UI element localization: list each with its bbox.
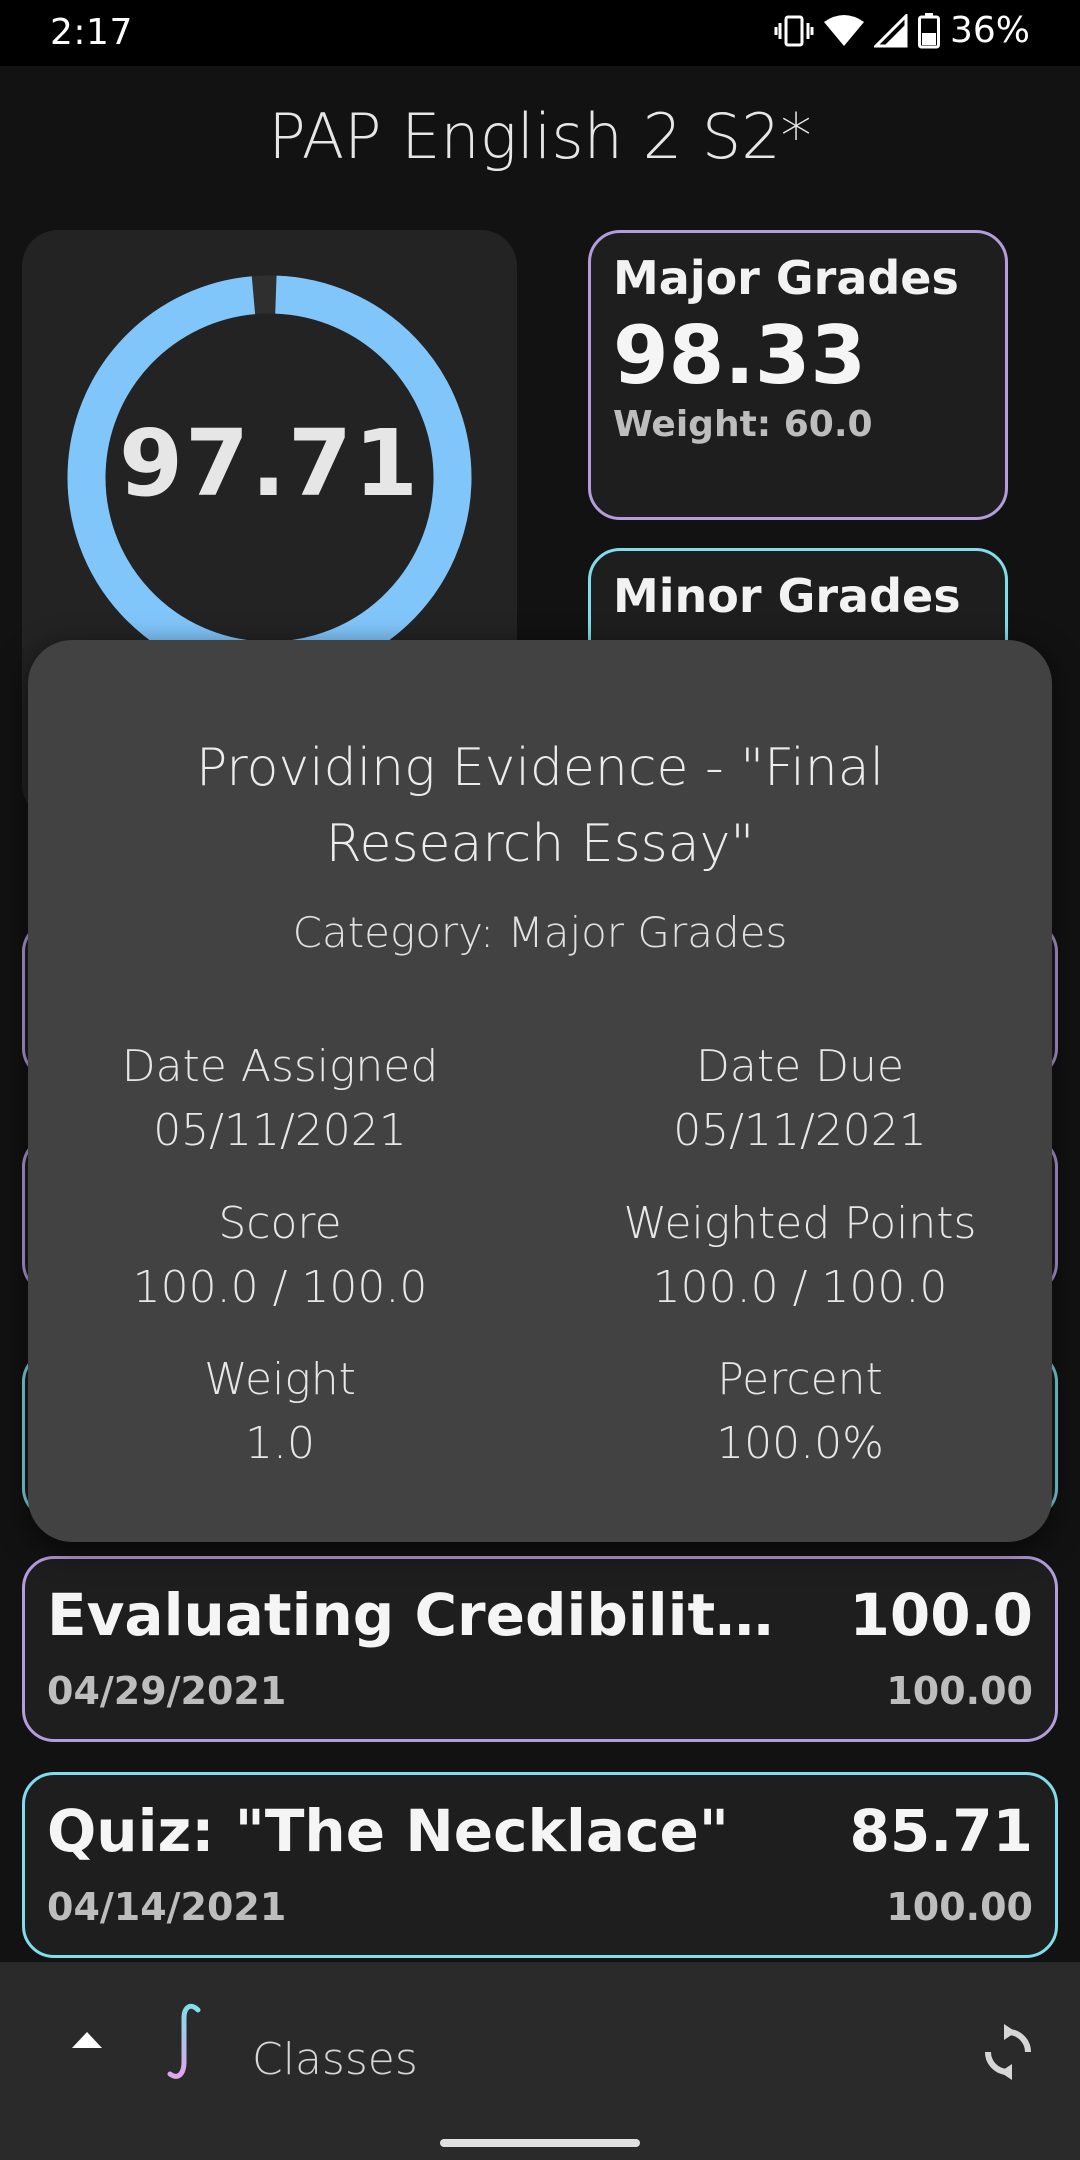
- detail-label: Score: [218, 1198, 342, 1249]
- detail-percent: Percent 100.0%: [560, 1348, 1040, 1476]
- detail-value: 100.0%: [716, 1418, 884, 1469]
- vibrate-icon: [774, 15, 814, 46]
- assignment-total: 100.00: [886, 1669, 1033, 1713]
- detail-label: Percent: [717, 1354, 883, 1405]
- battery-percent: 36%: [949, 10, 1030, 51]
- detail-label: Date Due: [696, 1041, 904, 1092]
- detail-label: Date Assigned: [121, 1041, 439, 1092]
- refresh-icon[interactable]: [980, 2024, 1036, 2080]
- battery-icon: [917, 12, 940, 48]
- assignment-score: 85.71: [849, 1797, 1033, 1865]
- detail-score: Score 100.0 / 100.0: [40, 1192, 520, 1320]
- status-bar: 2:17 36%: [0, 0, 1080, 66]
- detail-label: Weighted Points: [623, 1198, 977, 1249]
- page-title: PAP English 2 S2*: [268, 100, 812, 173]
- home-indicator[interactable]: [440, 2139, 640, 2147]
- assignment-card[interactable]: Quiz: "The Necklace" 04/14/2021 85.71 10…: [22, 1772, 1058, 1958]
- overall-grade-value: 97.71: [118, 410, 420, 517]
- assignment-name: Evaluating Credibility …: [47, 1581, 807, 1649]
- assignment-date: 04/29/2021: [47, 1669, 287, 1713]
- wifi-icon: [823, 14, 864, 46]
- assignment-name: Quiz: "The Necklace": [47, 1797, 730, 1865]
- detail-label: Weight: [204, 1354, 356, 1405]
- assignment-card[interactable]: Evaluating Credibility … 04/29/2021 100.…: [22, 1556, 1058, 1742]
- status-time: 2:17: [50, 12, 133, 53]
- detail-date-assigned: Date Assigned 05/11/2021: [40, 1035, 520, 1163]
- assignment-date: 04/14/2021: [47, 1885, 287, 1929]
- detail-value: 1.0: [245, 1418, 315, 1469]
- category-grade: 98.33: [613, 309, 867, 402]
- bottom-app-bar: Classes: [0, 1962, 1080, 2160]
- detail-weighted-points: Weighted Points 100.0 / 100.0: [560, 1192, 1040, 1320]
- category-weight: Weight: 60.0: [613, 404, 873, 445]
- status-icons: 36%: [774, 10, 1030, 51]
- chevron-up-icon[interactable]: [70, 2030, 104, 2050]
- integral-logo-icon: [167, 2003, 201, 2079]
- assignment-detail-dialog[interactable]: Providing Evidence - "Final Research Ess…: [28, 640, 1052, 1542]
- bottom-bar-label[interactable]: Classes: [252, 2034, 418, 2085]
- detail-weight: Weight 1.0: [40, 1348, 520, 1476]
- cell-signal-icon: [873, 13, 908, 47]
- detail-value: 05/11/2021: [153, 1105, 407, 1156]
- detail-date-due: Date Due 05/11/2021: [560, 1035, 1040, 1163]
- category-card-major[interactable]: Major Grades 98.33 Weight: 60.0: [588, 230, 1008, 520]
- category-name: Major Grades: [613, 251, 959, 305]
- detail-value: 100.0 / 100.0: [132, 1262, 428, 1313]
- dialog-category: Category: Major Grades: [292, 908, 788, 957]
- detail-value: 100.0 / 100.0: [652, 1262, 948, 1313]
- assignment-score: 100.0: [849, 1581, 1033, 1649]
- detail-value: 05/11/2021: [673, 1105, 927, 1156]
- dialog-title: Providing Evidence - "Final Research Ess…: [195, 738, 885, 874]
- assignment-total: 100.00: [886, 1885, 1033, 1929]
- category-name: Minor Grades: [613, 569, 961, 623]
